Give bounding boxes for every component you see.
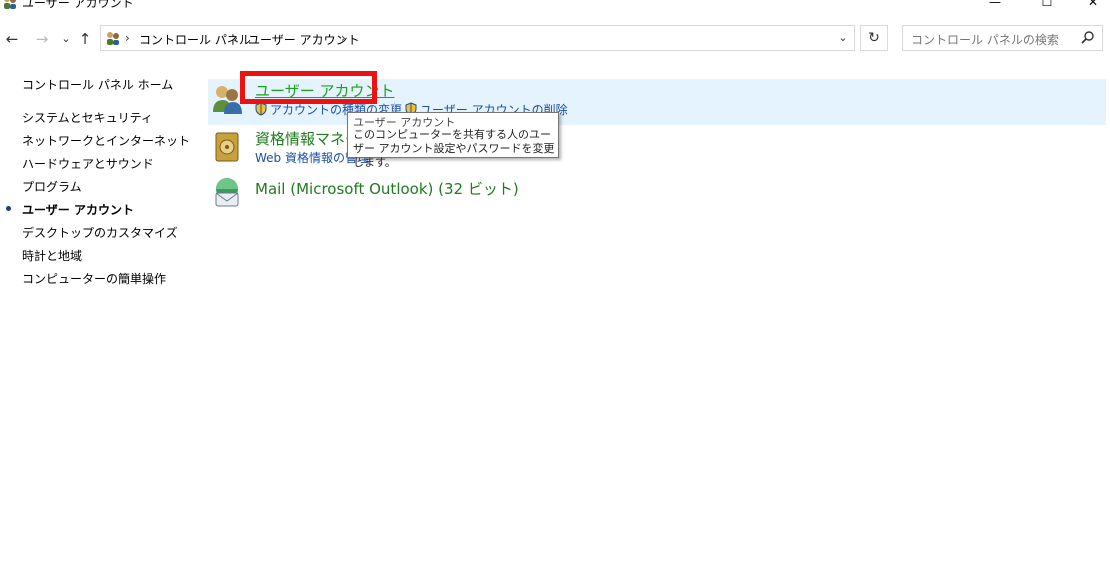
search-box[interactable]: コントロール パネルの検索 [902, 25, 1103, 51]
user-accounts-icon [213, 86, 242, 114]
breadcrumb-separator[interactable]: › [125, 31, 130, 45]
tooltip-body: このコンピューターを共有する人のユーザー アカウント設定やパスワードを変更します… [353, 128, 555, 169]
credential-manager-icon [215, 132, 239, 162]
mail-icon [215, 178, 239, 207]
users-icon [107, 32, 119, 45]
active-bullet [6, 206, 11, 211]
breadcrumb-separator[interactable]: › [341, 31, 346, 45]
sidebar-item-network-internet[interactable]: ネットワークとインターネット [22, 132, 190, 149]
breadcrumb-separator[interactable]: › [233, 31, 238, 45]
back-button[interactable]: ← [3, 30, 21, 48]
sidebar-item-system-security[interactable]: システムとセキュリティ [22, 109, 153, 126]
sidebar-item-desktop-customization[interactable]: デスクトップのカスタマイズ [22, 224, 178, 241]
up-button[interactable]: ↑ [76, 30, 94, 48]
maximize-button[interactable]: ☐ [1037, 0, 1057, 12]
address-dropdown-button[interactable]: ⌄ [834, 27, 852, 49]
forward-button[interactable]: → [33, 30, 51, 48]
minimize-button[interactable]: — [985, 0, 1005, 12]
sidebar-item-user-accounts[interactable]: ユーザー アカウント [22, 201, 134, 218]
sidebar-item-programs[interactable]: プログラム [22, 178, 82, 195]
category-title-mail[interactable]: Mail (Microsoft Outlook) (32 ビット) [255, 178, 519, 199]
close-button[interactable]: ✕ [1083, 0, 1103, 12]
title-bar: ユーザー アカウント — ☐ ✕ [0, 0, 1110, 18]
search-input[interactable]: コントロール パネルの検索 [911, 31, 1059, 48]
users-icon [4, 0, 16, 9]
address-bar[interactable]: › コントロール パネル › ユーザー アカウント › [100, 25, 855, 51]
sidebar-item-clock-region[interactable]: 時計と地域 [22, 247, 82, 264]
sidebar-item-control-panel-home[interactable]: コントロール パネル ホーム [22, 76, 173, 93]
window-title: ユーザー アカウント [22, 0, 134, 10]
search-icon[interactable] [1080, 30, 1096, 46]
sidebar-item-ease-of-access[interactable]: コンピューターの簡単操作 [22, 270, 166, 287]
sidebar-item-hardware-sound[interactable]: ハードウェアとサウンド [22, 155, 154, 172]
shield-icon [255, 102, 267, 116]
recent-locations-button[interactable]: ⌄ [57, 30, 75, 48]
annotation-highlight-box [240, 71, 377, 104]
tooltip: ユーザー アカウント このコンピューターを共有する人のユーザー アカウント設定や… [347, 112, 559, 169]
refresh-button[interactable]: ↻ [860, 25, 888, 51]
